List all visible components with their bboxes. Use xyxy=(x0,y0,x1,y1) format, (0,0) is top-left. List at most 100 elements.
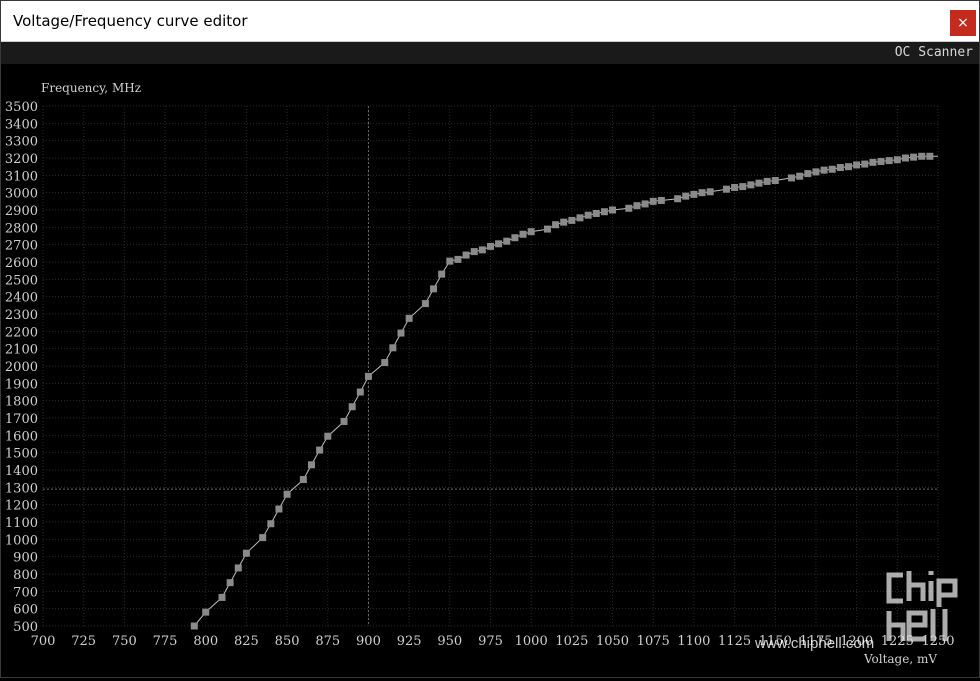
vf-curve-chart[interactable]: Frequency, MHz Voltage, mV 700 725 750 775 8… xyxy=(1,64,979,677)
curve-point[interactable] xyxy=(877,157,885,165)
curve-point[interactable] xyxy=(812,168,820,176)
curve-point[interactable] xyxy=(755,179,763,187)
curve-point[interactable] xyxy=(861,160,869,168)
curve-point[interactable] xyxy=(470,248,478,256)
curve-point[interactable] xyxy=(893,156,901,164)
y-tick-label: 1200 xyxy=(5,499,38,514)
curve-point[interactable] xyxy=(600,208,608,216)
vf-curve[interactable] xyxy=(193,155,938,627)
curve-point[interactable] xyxy=(308,461,315,469)
curve-point[interactable] xyxy=(584,211,592,219)
curve-point[interactable] xyxy=(625,204,633,212)
curve-point[interactable] xyxy=(649,197,657,205)
curve-point[interactable] xyxy=(592,209,600,217)
y-tick-label: 1100 xyxy=(5,516,38,531)
chart-svg[interactable]: Frequency, MHz Voltage, mV 700 725 750 775 8… xyxy=(1,64,979,677)
curve-point[interactable] xyxy=(283,490,291,498)
curve-point[interactable] xyxy=(657,196,665,204)
title-bar[interactable]: Voltage/Frequency curve editor × xyxy=(1,1,979,42)
curve-point[interactable] xyxy=(324,432,332,440)
curve-point[interactable] xyxy=(389,344,397,352)
y-tick-label: 2200 xyxy=(5,325,38,340)
curve-point[interactable] xyxy=(682,192,690,200)
curve-point[interactable] xyxy=(495,240,503,248)
curve-point[interactable] xyxy=(267,520,275,528)
curve-point[interactable] xyxy=(356,388,364,396)
y-tick-label: 1800 xyxy=(5,395,38,410)
curve-point[interactable] xyxy=(828,165,836,173)
curve-point[interactable] xyxy=(763,177,771,185)
curve-point[interactable] xyxy=(804,170,812,178)
oc-scanner-button[interactable]: OC Scanner xyxy=(895,45,973,60)
curve-point[interactable] xyxy=(788,174,796,182)
curve-points[interactable] xyxy=(190,152,934,630)
curve-point[interactable] xyxy=(918,152,926,160)
curve-point[interactable] xyxy=(527,228,535,236)
curve-point[interactable] xyxy=(543,225,551,233)
close-button[interactable]: × xyxy=(950,10,976,36)
curve-point[interactable] xyxy=(340,417,348,425)
curve-point[interactable] xyxy=(641,200,649,208)
curve-point[interactable] xyxy=(853,161,861,169)
x-tick-label: 1075 xyxy=(637,634,670,649)
curve-point[interactable] xyxy=(259,534,267,542)
curve-point[interactable] xyxy=(820,166,828,174)
curve-point[interactable] xyxy=(275,505,283,513)
curve-point[interactable] xyxy=(690,190,698,198)
curve-point[interactable] xyxy=(609,206,617,214)
curve-point[interactable] xyxy=(771,177,779,185)
curve-point[interactable] xyxy=(910,153,918,161)
curve-point[interactable] xyxy=(885,157,893,165)
curve-point[interactable] xyxy=(576,214,584,222)
curve-point[interactable] xyxy=(706,188,714,196)
curve-point[interactable] xyxy=(836,164,844,172)
curve-point[interactable] xyxy=(722,185,730,193)
curve-point[interactable] xyxy=(487,242,494,250)
curve-point[interactable] xyxy=(421,300,429,308)
curve-point[interactable] xyxy=(462,251,470,259)
curve-point[interactable] xyxy=(348,403,356,411)
curve-point[interactable] xyxy=(519,230,527,238)
x-tick-label: 875 xyxy=(315,634,340,649)
curve-point[interactable] xyxy=(299,476,307,484)
curve-point[interactable] xyxy=(234,564,242,572)
curve-point[interactable] xyxy=(511,234,519,242)
curve-point[interactable] xyxy=(430,285,438,293)
chiphell-watermark: www.chiphell.com xyxy=(755,567,967,652)
y-axis-label: Frequency, MHz xyxy=(41,81,141,95)
curve-point[interactable] xyxy=(796,172,804,180)
curve-point[interactable] xyxy=(316,446,324,454)
curve-point[interactable] xyxy=(739,183,747,191)
curve-point[interactable] xyxy=(397,329,405,337)
y-tick-label: 2100 xyxy=(5,343,38,358)
curve-point[interactable] xyxy=(190,622,198,630)
curve-point[interactable] xyxy=(747,181,755,189)
curve-point[interactable] xyxy=(202,608,210,616)
toolbar: OC Scanner xyxy=(1,42,979,64)
x-tick-label: 950 xyxy=(437,634,462,649)
curve-point[interactable] xyxy=(552,221,560,229)
curve-point[interactable] xyxy=(454,255,462,263)
curve-point[interactable] xyxy=(560,218,568,226)
curve-line[interactable] xyxy=(193,155,938,627)
curve-point[interactable] xyxy=(503,237,511,245)
curve-point[interactable] xyxy=(869,158,877,166)
y-tick-label: 1400 xyxy=(5,464,38,479)
curve-point[interactable] xyxy=(478,246,486,254)
curve-point[interactable] xyxy=(446,257,454,265)
curve-point[interactable] xyxy=(926,152,934,160)
curve-point[interactable] xyxy=(568,216,576,224)
curve-point[interactable] xyxy=(845,163,852,171)
curve-point[interactable] xyxy=(226,579,234,587)
curve-point[interactable] xyxy=(901,154,909,162)
curve-point[interactable] xyxy=(218,593,226,601)
curve-point[interactable] xyxy=(242,549,250,557)
curve-point[interactable] xyxy=(381,359,389,367)
curve-point[interactable] xyxy=(674,195,682,203)
curve-point[interactable] xyxy=(364,372,372,380)
curve-point[interactable] xyxy=(698,189,706,197)
curve-point[interactable] xyxy=(438,270,446,278)
curve-point[interactable] xyxy=(405,314,413,322)
curve-point[interactable] xyxy=(731,183,739,191)
curve-point[interactable] xyxy=(633,202,641,210)
